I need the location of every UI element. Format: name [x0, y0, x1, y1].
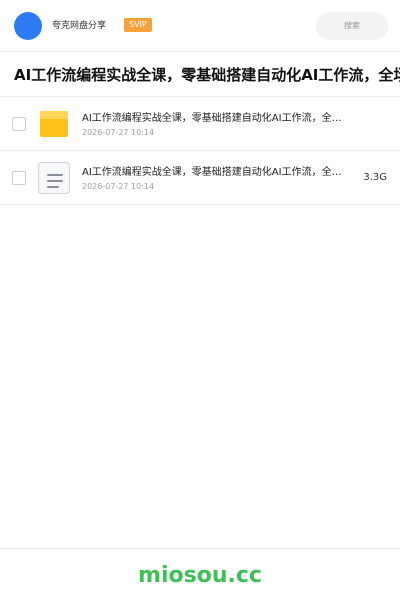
file-name[interactable]: AI工作流编程实战全课，零基础搭建自动化AI工作流，全场景落地实践 [82, 166, 348, 180]
footer: miosou.cc [0, 548, 400, 600]
file-size: 3.3G [363, 172, 387, 183]
file-date: 2026-07-27 10:14 [82, 128, 155, 137]
brand-watermark[interactable]: miosou.cc [0, 563, 400, 589]
username: 夸克网盘分享 [52, 21, 107, 31]
svip-badge: SVIP [124, 18, 152, 32]
document-icon [38, 162, 70, 194]
file-date: 2026-07-27 10:14 [82, 182, 155, 191]
file-row[interactable]: AI工作流编程实战全课，零基础搭建自动化AI工作流，全场景落地实践 2026-0… [0, 97, 400, 151]
file-name[interactable]: AI工作流编程实战全课，零基础搭建自动化AI工作流，全场景落地实践 [82, 112, 348, 126]
share-title-bar: AI工作流编程实战全课，零基础搭建自动化AI工作流，全场景落地实践 [0, 52, 400, 97]
share-page: 夸克网盘分享 SVIP 搜索 AI工作流编程实战全课，零基础搭建自动化AI工作流… [0, 0, 400, 600]
file-checkbox[interactable] [12, 171, 26, 185]
file-checkbox[interactable] [12, 117, 26, 131]
share-title: AI工作流编程实战全课，零基础搭建自动化AI工作流，全场景落地实践 [14, 66, 400, 84]
file-row[interactable]: AI工作流编程实战全课，零基础搭建自动化AI工作流，全场景落地实践 2026-0… [0, 151, 400, 205]
folder-icon [38, 108, 70, 140]
avatar[interactable] [14, 12, 42, 40]
search-input[interactable]: 搜索 [316, 12, 388, 40]
header: 夸克网盘分享 SVIP 搜索 [0, 0, 400, 52]
